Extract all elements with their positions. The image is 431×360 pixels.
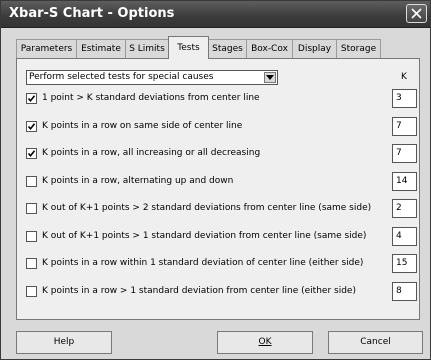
test-label: K points in a row, alternating up and do… xyxy=(42,176,234,186)
test-checkbox[interactable] xyxy=(26,148,37,159)
tab-storage[interactable]: Storage xyxy=(336,39,381,58)
test-checkbox[interactable] xyxy=(26,231,37,242)
options-dialog: Xbar-S Chart - Options Parameters Estima… xyxy=(0,0,431,360)
title-bar: Xbar-S Chart - Options xyxy=(1,1,430,28)
cancel-button[interactable]: Cancel xyxy=(328,331,423,354)
k-column-header: K xyxy=(401,72,407,82)
check-icon xyxy=(27,123,36,131)
tests-mode-value: Perform selected tests for special cause… xyxy=(29,72,214,82)
test-label: K points in a row, all increasing or all… xyxy=(42,148,261,158)
test-row: K points in a row within 1 standard devi… xyxy=(26,253,418,275)
test-checkbox[interactable] xyxy=(26,176,37,187)
window-title: Xbar-S Chart - Options xyxy=(9,6,175,21)
test-row: 1 point > K standard deviations from cen… xyxy=(26,88,418,110)
k-value-field[interactable]: 7 xyxy=(392,144,417,163)
tab-label: Stages xyxy=(212,44,243,54)
help-button[interactable]: Help xyxy=(16,331,112,354)
check-icon xyxy=(27,150,36,158)
tests-mode-select[interactable]: Perform selected tests for special cause… xyxy=(26,70,278,85)
close-button[interactable] xyxy=(406,4,427,23)
ok-label: OK xyxy=(258,337,272,347)
test-row: K out of K+1 points > 1 standard deviati… xyxy=(26,226,418,248)
check-icon xyxy=(27,95,36,103)
dropdown-button[interactable] xyxy=(264,72,276,83)
tab-stages[interactable]: Stages xyxy=(208,39,247,58)
k-value-field[interactable]: 4 xyxy=(392,227,417,246)
tab-label: Tests xyxy=(177,43,200,53)
tab-label: S Limits xyxy=(129,44,165,54)
test-label: K points in a row within 1 standard devi… xyxy=(42,258,364,268)
tab-parameters[interactable]: Parameters xyxy=(16,39,77,58)
tab-label: Parameters xyxy=(20,44,73,54)
k-value-field[interactable]: 7 xyxy=(392,117,417,136)
tests-panel: Perform selected tests for special cause… xyxy=(16,58,420,320)
k-value-field[interactable]: 15 xyxy=(392,254,417,273)
tab-label: Estimate xyxy=(81,44,121,54)
test-label: 1 point > K standard deviations from cen… xyxy=(42,93,260,103)
cancel-label: Cancel xyxy=(360,337,391,347)
test-label: K points in a row > 1 standard deviation… xyxy=(42,286,356,296)
tab-s-limits[interactable]: S Limits xyxy=(125,39,169,58)
test-checkbox[interactable] xyxy=(26,286,37,297)
chevron-down-icon xyxy=(266,75,274,80)
help-label: Help xyxy=(53,337,75,347)
k-value-field[interactable]: 8 xyxy=(392,282,417,301)
test-label: K out of K+1 points > 1 standard deviati… xyxy=(42,231,367,241)
tab-label: Display xyxy=(297,44,332,54)
tab-estimate[interactable]: Estimate xyxy=(76,39,126,58)
test-row: K points in a row, alternating up and do… xyxy=(26,171,418,193)
test-label: K out of K+1 points > 2 standard deviati… xyxy=(42,203,372,213)
tab-box-cox[interactable]: Box-Cox xyxy=(246,39,293,58)
k-value-field[interactable]: 3 xyxy=(392,89,417,108)
ok-button[interactable]: OK xyxy=(217,331,313,354)
tab-display[interactable]: Display xyxy=(292,39,337,58)
tab-label: Box-Cox xyxy=(251,44,288,54)
k-value-field[interactable]: 14 xyxy=(392,172,417,191)
k-value-field[interactable]: 2 xyxy=(392,199,417,218)
test-checkbox[interactable] xyxy=(26,121,37,132)
test-row: K out of K+1 points > 2 standard deviati… xyxy=(26,198,418,220)
test-label: K points in a row on same side of center… xyxy=(42,121,243,131)
tab-label: Storage xyxy=(340,44,377,54)
test-checkbox[interactable] xyxy=(26,93,37,104)
test-row: K points in a row > 1 standard deviation… xyxy=(26,281,418,303)
close-icon xyxy=(411,8,422,19)
test-row: K points in a row, all increasing or all… xyxy=(26,143,418,165)
test-checkbox[interactable] xyxy=(26,203,37,214)
test-checkbox[interactable] xyxy=(26,258,37,269)
tab-tests[interactable]: Tests xyxy=(168,36,209,59)
test-row: K points in a row on same side of center… xyxy=(26,116,418,138)
